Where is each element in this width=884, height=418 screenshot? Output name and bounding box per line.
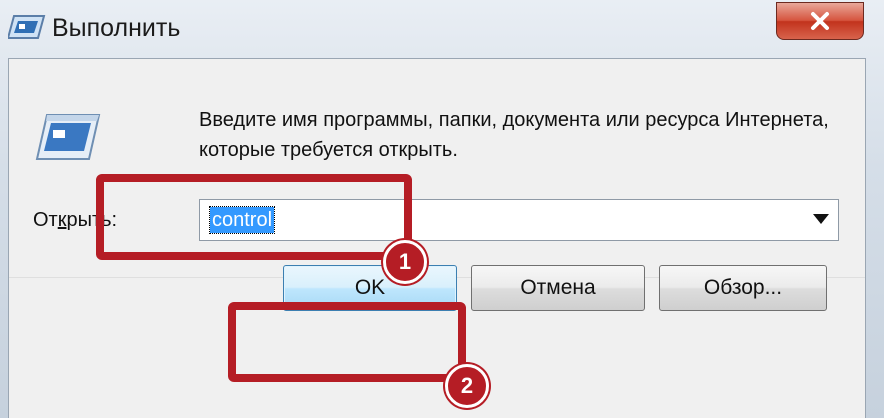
annotation-badge-2: 2 [445, 364, 489, 408]
title-bar[interactable]: Выполнить [0, 0, 884, 56]
close-button[interactable] [776, 2, 864, 40]
dialog-description: Введите имя программы, папки, документа … [199, 109, 829, 161]
annotation-badge-1: 1 [383, 240, 427, 284]
close-icon [811, 12, 829, 30]
chevron-down-icon[interactable] [812, 212, 830, 226]
run-program-icon [35, 114, 101, 160]
annotation-box-ok [228, 302, 466, 382]
browse-button[interactable]: Обзор... [659, 265, 827, 311]
open-label-part1: От [33, 209, 58, 231]
cancel-button[interactable]: Отмена [471, 265, 645, 311]
run-app-icon [8, 15, 46, 39]
window-title: Выполнить [52, 14, 181, 42]
annotation-box-input [96, 174, 412, 260]
